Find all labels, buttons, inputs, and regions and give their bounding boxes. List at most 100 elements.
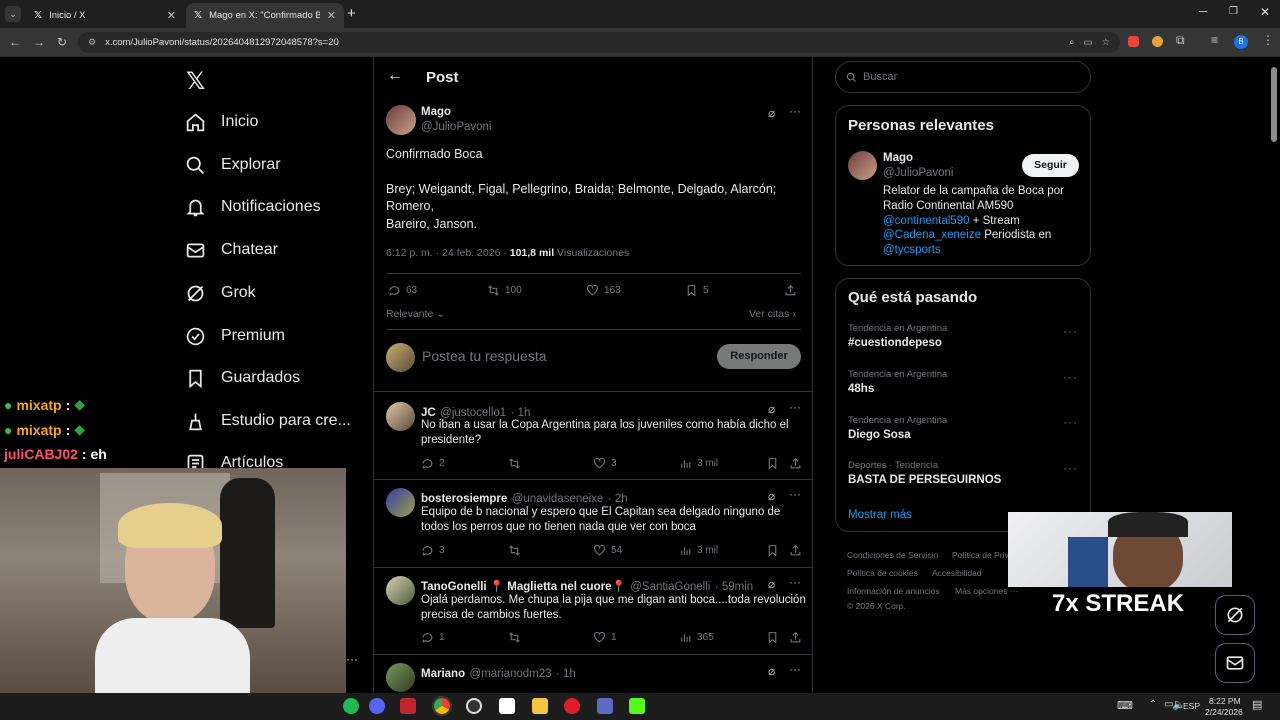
footer-link[interactable]: Política de Priv [952,550,1009,560]
x-logo-icon[interactable]: 𝕏 [186,67,205,96]
reply-input[interactable]: Postea tu respuesta [422,348,547,364]
bookmark-button[interactable] [766,631,779,644]
share-button[interactable] [789,631,802,644]
folder-icon[interactable] [532,698,548,714]
author-avatar[interactable] [386,105,416,135]
trend-item[interactable]: Deportes · Tendencia BASTA DE PERSEGUIRNO… [848,460,1078,486]
grok-float-button[interactable] [1215,595,1255,635]
chrome-icon[interactable] [432,696,452,716]
mention-link[interactable]: @continental590 [883,215,970,227]
person-avatar[interactable] [848,151,877,180]
sidebar-item-guardados[interactable]: Guardados [185,360,300,396]
search-box[interactable]: Buscar [835,61,1091,93]
reload-icon[interactable]: ↻ [57,35,67,49]
reply-avatar[interactable] [386,663,415,692]
share-button[interactable] [789,457,802,470]
sidebar-item-chatear[interactable]: Chatear [185,232,278,268]
more-options-icon[interactable]: ··· [789,487,801,501]
close-icon[interactable]: ✕ [167,9,176,22]
respond-button[interactable]: Responder [717,344,801,369]
extensions-puzzle-icon[interactable]: ⧉ [1176,33,1185,48]
follow-button[interactable]: Seguir [1022,154,1079,177]
repost-button[interactable] [508,544,521,557]
zoom-icon[interactable]: ⌕ [1069,37,1074,48]
like-button[interactable]: 3 [593,457,617,470]
kick-icon[interactable] [629,698,645,714]
mention-link[interactable]: @tycsports [883,243,1083,258]
grok-icon[interactable]: ⌀ [768,106,775,120]
new-tab-button[interactable]: + [347,5,356,22]
repost-button[interactable] [508,457,521,470]
reply-button[interactable]: 63 [388,284,417,297]
chevron-up-icon[interactable]: ⌃ [1149,699,1157,710]
keyboard-icon[interactable]: ⌨ [1117,699,1133,712]
person-handle[interactable]: @JulioPavoni [883,167,954,179]
trend-item[interactable]: Tendencia en Argentina #cuestiondepeso [848,323,1078,349]
more-options-icon[interactable]: ··· [1063,324,1078,338]
window-close-button[interactable]: ✕ [1260,5,1270,19]
like-button[interactable]: 1 [593,631,617,644]
tab-post[interactable]: 𝕏 Mago en X: "Confirmado Boca ✕ [186,3,344,28]
more-options-icon[interactable]: ··· [789,575,801,589]
back-arrow-icon[interactable]: ← [387,67,403,85]
footer-link[interactable]: Accesibilidad [932,568,982,578]
footer-link[interactable]: Más opciones ··· [955,586,1018,596]
bookmark-button[interactable] [766,457,779,470]
bookmark-button[interactable] [766,544,779,557]
more-options-icon[interactable]: ··· [1063,370,1078,384]
site-info-icon[interactable]: ⚙ [88,37,96,48]
user-avatar[interactable] [386,343,415,372]
reply-item[interactable]: bosterosiempre @unavidaseneixe · 2h ⌀ ··… [374,479,812,567]
extension-icon[interactable] [1152,36,1163,47]
reply-time[interactable]: · 1h [556,668,576,680]
more-options-icon[interactable]: ··· [789,400,801,414]
repost-button[interactable]: 100 [487,284,522,297]
minimize-button[interactable]: ─ [1199,6,1207,18]
sidebar-item-inicio[interactable]: Inicio [185,104,258,140]
reply-name[interactable]: bosterosiempre [421,493,507,505]
extension-icon[interactable] [1128,36,1139,47]
tab-inicio[interactable]: 𝕏 Inicio / X ✕ [26,3,184,28]
show-more-link[interactable]: Mostrar más [848,509,912,521]
sidebar-item-premium[interactable]: Premium [185,318,285,354]
reply-name[interactable]: TanoGonelli 📍 Maglietta nel cuore📍 [421,581,626,593]
author-name[interactable]: Mago [421,106,451,118]
url-field[interactable]: ⚙ x.com/JulioPavoni/status/2026404812972… [78,32,1120,53]
author-handle[interactable]: @JulioPavoni [421,121,492,133]
reply-item[interactable]: JC @justocello1 · 1h ⌀ ··· No iban a usa… [374,391,812,479]
app-icon[interactable] [499,698,515,714]
back-icon[interactable]: ← [9,35,21,49]
views-button[interactable]: 3 mil [679,544,718,557]
reply-button[interactable]: 1 [421,631,445,644]
reply-time[interactable]: · 2h [608,493,628,505]
tab-search-button[interactable]: ⌄ [5,6,21,22]
close-icon[interactable]: ✕ [327,9,336,22]
discord-icon[interactable] [369,698,385,714]
reply-time[interactable]: · 59min [715,581,753,593]
media-icon[interactable]: ≡ [1211,33,1218,47]
footer-link[interactable]: Política de cookies [847,568,918,578]
profile-avatar-icon[interactable]: B [1234,35,1248,49]
reply-button[interactable]: 3 [421,544,445,557]
notifications-icon[interactable]: ▤ [1252,698,1262,711]
reply-avatar[interactable] [386,576,415,605]
trend-item[interactable]: Tendencia en Argentina Diego Sosa [848,415,1078,441]
maximize-button[interactable]: ❐ [1229,6,1238,17]
like-button[interactable]: 163 [586,284,621,297]
grok-icon[interactable]: ⌀ [768,489,775,503]
footer-link[interactable]: Información de anuncios [847,586,940,596]
post-time[interactable]: 6:12 p. m. · 24 feb. 2026 · [386,247,507,259]
clock-date[interactable]: 2/24/2026 [1205,707,1243,717]
repost-button[interactable] [508,631,521,644]
person-name[interactable]: Mago [883,152,913,164]
reply-name[interactable]: Mariano [421,668,465,680]
sidebar-item-estudio[interactable]: Estudio para cre... [185,403,351,439]
sidebar-item-grok[interactable]: Grok [185,275,256,311]
app-icon[interactable] [597,698,613,714]
cast-icon[interactable]: ▭ [1083,37,1092,48]
menu-icon[interactable]: ⋮ [1262,33,1274,47]
sort-dropdown[interactable]: Relevante ⌄ [386,308,445,320]
reply-handle[interactable]: @marianodm23 [470,668,552,680]
obs-icon[interactable] [466,698,482,714]
more-options-icon[interactable]: ··· [789,104,801,118]
